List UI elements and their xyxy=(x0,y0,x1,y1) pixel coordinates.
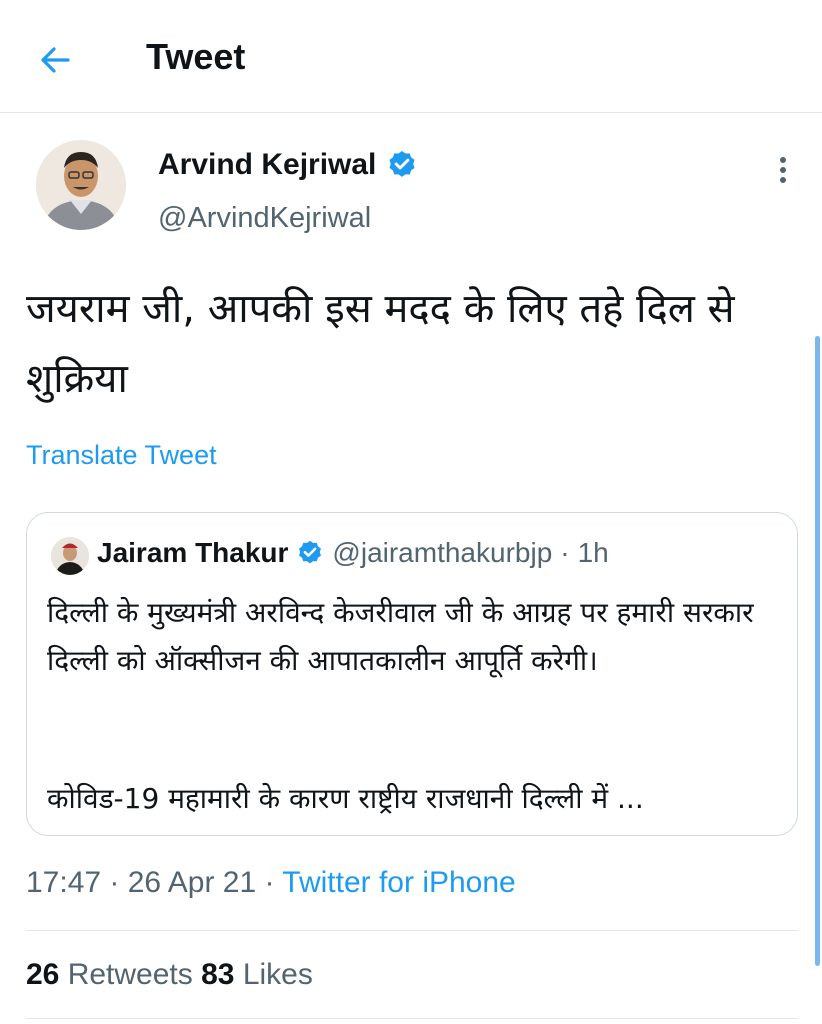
quoted-avatar xyxy=(51,537,89,575)
more-options-icon[interactable] xyxy=(768,152,798,188)
retweets-label[interactable]: Retweets xyxy=(59,958,201,991)
tweet-text: जयराम जी, आपकी इस मदद के लिए तहे दिल से … xyxy=(26,286,735,402)
tweet-source-link[interactable]: Twitter for iPhone xyxy=(282,866,515,899)
quoted-time: 1h xyxy=(577,537,609,568)
divider xyxy=(26,930,798,931)
tweet-stats: 26 Retweets 83 Likes xyxy=(26,958,313,992)
quoted-text-more: कोविड-19 महामारी के कारण राष्ट्रीय राजधा… xyxy=(47,782,644,815)
likes-label[interactable]: Likes xyxy=(234,958,313,991)
quoted-text: दिल्ली के मुख्यमंत्री अरविन्द केजरीवाल ज… xyxy=(47,596,754,677)
quoted-tweet-card[interactable]: Jairam Thakur @jairamthakurbjp · 1h दिल्… xyxy=(26,512,798,836)
retweets-count[interactable]: 26 xyxy=(26,958,59,991)
arrow-left-icon[interactable] xyxy=(36,40,76,80)
quoted-profile-photo-icon xyxy=(51,537,89,575)
translate-tweet-link[interactable]: Translate Tweet xyxy=(26,440,217,471)
avatar[interactable] xyxy=(36,140,126,230)
tweet-timestamp: 17:47 · 26 Apr 21 · xyxy=(26,866,283,899)
author-handle[interactable]: @ArvindKejriwal xyxy=(158,202,371,235)
likes-count[interactable]: 83 xyxy=(201,958,234,991)
verified-badge-icon xyxy=(389,151,415,177)
top-bar: Tweet xyxy=(0,0,822,113)
quoted-verified-badge-icon xyxy=(299,540,322,564)
page-title: Tweet xyxy=(146,36,246,77)
quoted-header: Jairam Thakur @jairamthakurbjp · 1h xyxy=(97,537,609,569)
profile-photo-icon xyxy=(36,140,126,230)
divider xyxy=(26,1018,798,1019)
quoted-separator: · xyxy=(560,537,570,568)
author-row: Arvind Kejriwal xyxy=(158,148,418,182)
quoted-author-handle: @jairamthakurbjp xyxy=(332,537,553,568)
scrollbar[interactable] xyxy=(815,336,820,966)
tweet-meta: 17:47 · 26 Apr 21 · Twitter for iPhone xyxy=(26,866,516,900)
author-name[interactable]: Arvind Kejriwal xyxy=(158,148,376,182)
quoted-author-name: Jairam Thakur xyxy=(97,537,289,568)
